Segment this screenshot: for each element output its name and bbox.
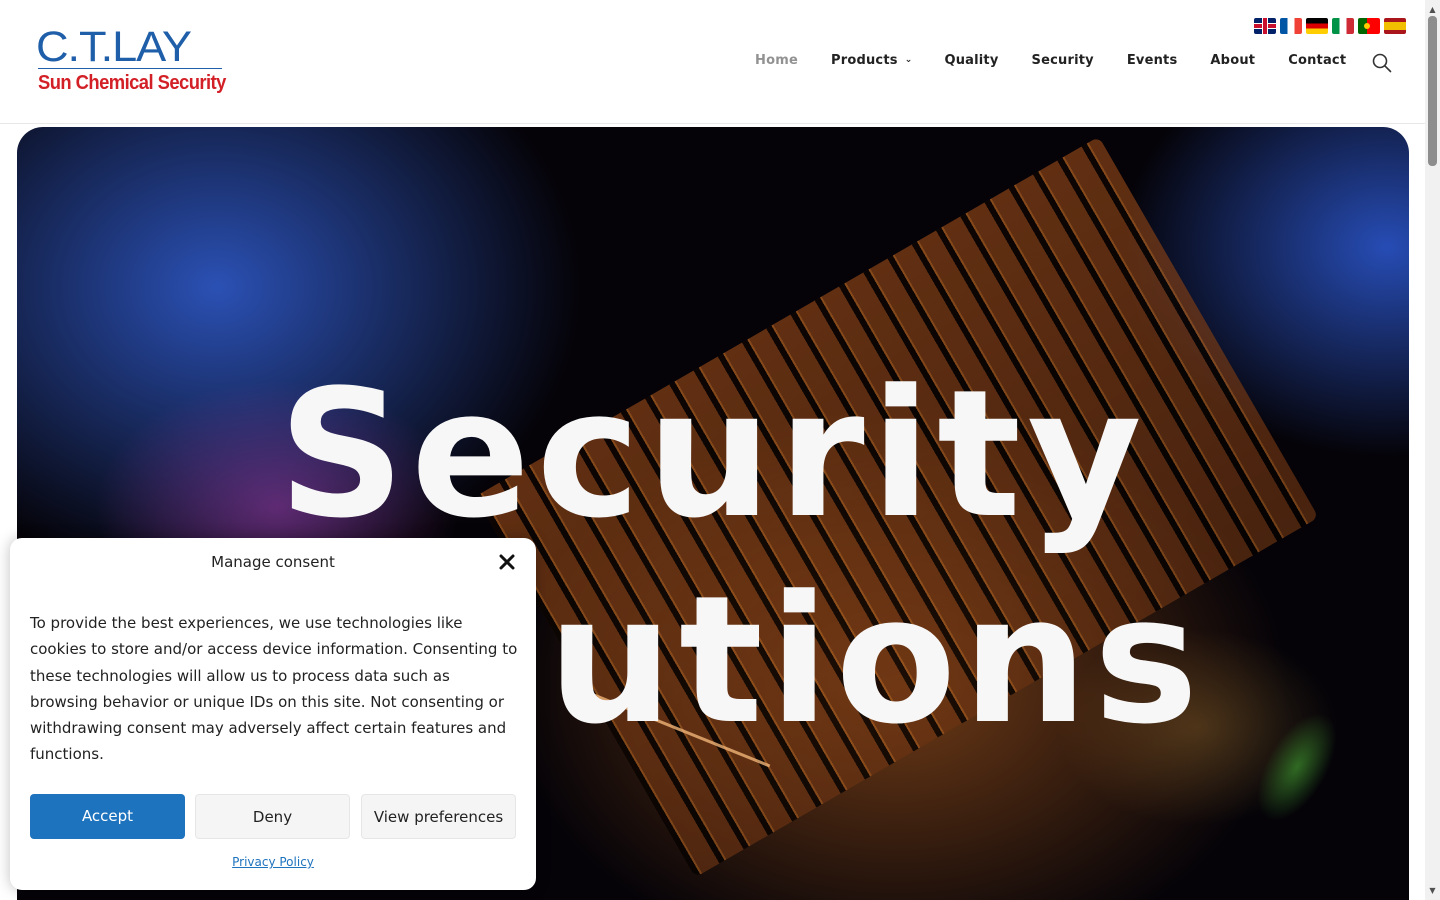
nav-item-home[interactable]: Home [755, 53, 798, 68]
main-nav: Home Products ⌄ Quality Security Events A… [755, 53, 1346, 68]
search-icon[interactable] [1372, 53, 1392, 73]
nav-item-products[interactable]: Products ⌄ [831, 53, 912, 68]
nav-item-events[interactable]: Events [1127, 53, 1178, 68]
language-switcher [1254, 18, 1406, 34]
de-flag-icon[interactable] [1306, 18, 1328, 34]
site-header: C.T.LAY Sun Chemical Security Home Produ… [0, 0, 1425, 124]
es-flag-icon[interactable] [1384, 18, 1406, 34]
it-flag-icon[interactable] [1332, 18, 1354, 34]
hero-heading-line-1: Security [278, 352, 1148, 557]
page-scrollbar[interactable]: ▲ ▼ [1425, 0, 1440, 900]
nav-item-contact[interactable]: Contact [1288, 53, 1346, 68]
deny-button[interactable]: Deny [195, 794, 350, 839]
scroll-down-arrow-icon[interactable]: ▼ [1425, 883, 1440, 898]
fr-flag-icon[interactable] [1280, 18, 1302, 34]
nav-item-label: Products [830, 53, 898, 68]
nav-item-quality[interactable]: Quality [944, 53, 998, 68]
view-preferences-button[interactable]: View preferences [361, 794, 516, 839]
consent-title: Manage consent [211, 553, 335, 571]
close-icon[interactable] [497, 552, 517, 572]
scroll-up-arrow-icon[interactable]: ▲ [1425, 2, 1440, 17]
scrollbar-thumb[interactable] [1428, 16, 1437, 166]
consent-message: To provide the best experiences, we use … [30, 614, 518, 764]
pt-flag-icon[interactable] [1358, 18, 1380, 34]
logo-wordmark: C.T.LAY [36, 23, 192, 71]
ct-lay-logo[interactable]: C.T.LAY Sun Chemical Security [36, 23, 226, 98]
gb-flag-icon[interactable] [1254, 18, 1276, 34]
cookie-consent-dialog: Manage consent To provide the best exper… [10, 538, 536, 890]
nav-item-about[interactable]: About [1210, 53, 1255, 68]
nav-item-security[interactable]: Security [1032, 53, 1094, 68]
logo-divider [38, 68, 222, 69]
logo-tagline: Sun Chemical Security [38, 72, 226, 94]
chevron-down-icon: ⌄ [904, 55, 913, 65]
accept-button[interactable]: Accept [30, 794, 185, 839]
privacy-policy-link[interactable]: Privacy Policy [10, 855, 536, 869]
